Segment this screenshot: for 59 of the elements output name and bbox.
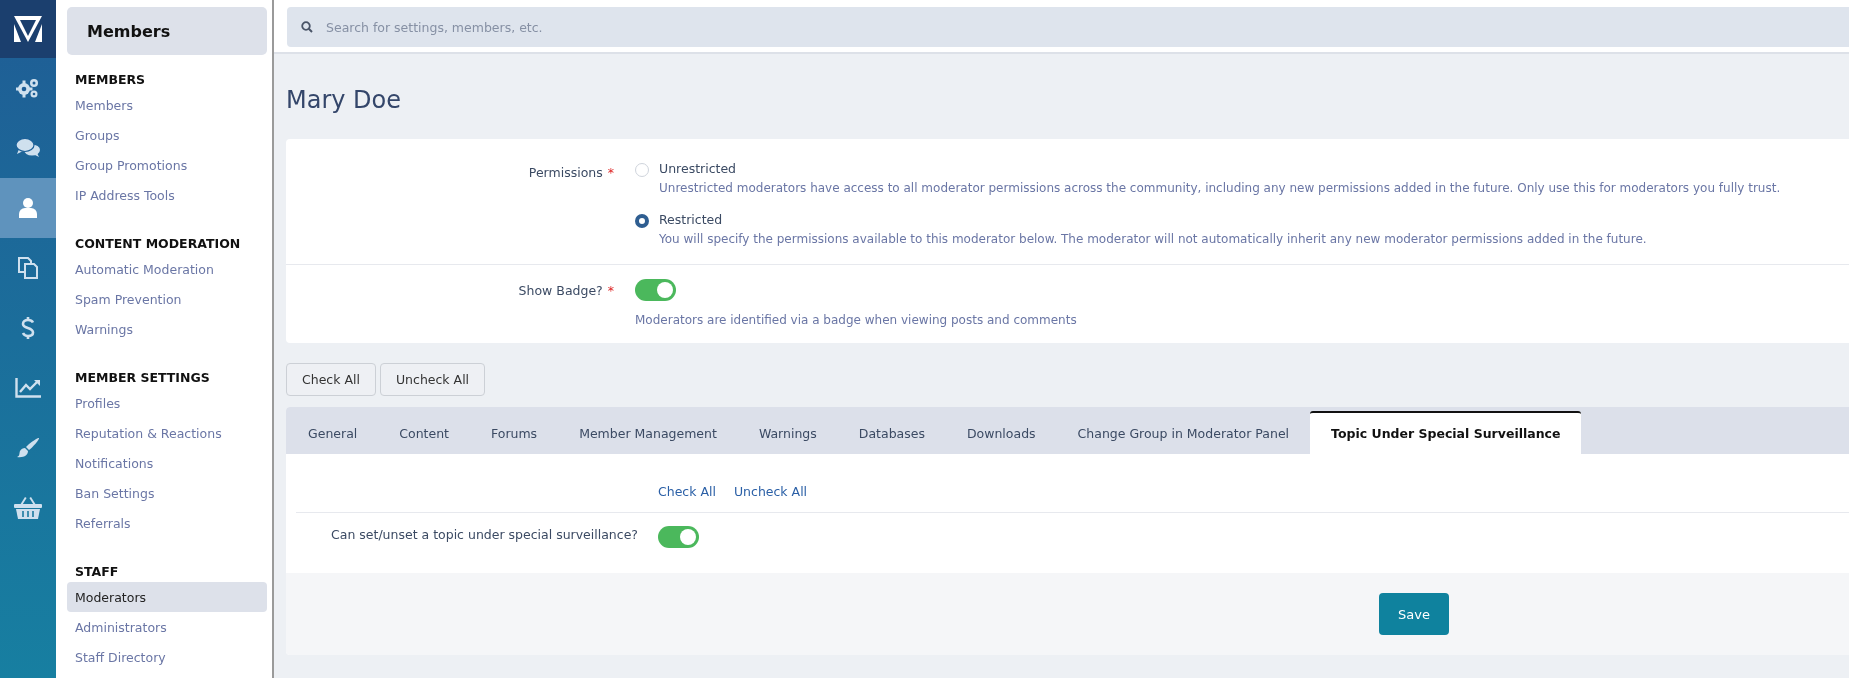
text-link[interactable]: Uncheck All	[733, 484, 808, 499]
section-heading: MEMBERS	[74, 70, 147, 89]
save-button[interactable]: Save	[1379, 593, 1449, 635]
sidebar-item[interactable]: Spam Prevention	[67, 284, 267, 314]
tab[interactable]: Member Management	[558, 411, 738, 454]
toggle-switch[interactable]	[635, 279, 676, 301]
tab[interactable]: Change Group in Moderator Panel	[1056, 411, 1311, 454]
tab[interactable]: General	[287, 411, 379, 454]
logo-tile[interactable]	[0, 0, 56, 58]
sidebar-item[interactable]: Referrals	[67, 508, 267, 538]
option-label: Unrestricted	[659, 161, 738, 176]
sidebar-item[interactable]: Profiles	[67, 388, 267, 418]
section-heading: CONTENT MODERATION	[74, 234, 242, 253]
tab[interactable]: Content	[378, 411, 470, 454]
sidebar-item[interactable]: Notifications	[67, 448, 267, 478]
search-field[interactable]: Search for settings, members, etc.	[287, 7, 1849, 47]
chat-bubbles-icon	[16, 138, 40, 158]
sidebar-title: Members	[67, 7, 267, 55]
line-chart-icon	[15, 378, 41, 398]
sidebar-item[interactable]: Groups	[67, 120, 267, 150]
required-mark: *	[607, 165, 614, 180]
dollar-icon	[21, 316, 35, 340]
tab[interactable]: Warnings	[737, 411, 838, 454]
paintbrush-icon	[16, 437, 40, 459]
tab[interactable]: Forums	[470, 411, 559, 454]
required-mark: *	[607, 283, 614, 298]
sidebar-item[interactable]: Members	[67, 90, 267, 120]
section-heading: STAFF	[74, 562, 120, 581]
sidebar-item[interactable]: Administrators	[67, 612, 267, 642]
page-title: Mary Doe	[286, 86, 403, 116]
bulk-button[interactable]: Uncheck All	[379, 363, 486, 396]
sidebar-item[interactable]: Ban Settings	[67, 478, 267, 508]
sidebar-item[interactable]: IP Address Tools	[67, 180, 267, 210]
sidebar-item[interactable]: Staff Directory	[67, 642, 267, 672]
permission-label: Can set/unset a topic under special surveillance?	[331, 527, 638, 542]
user-icon	[19, 198, 37, 218]
logo-icon	[14, 16, 42, 42]
sidebar-item[interactable]: Reputation & Reactions	[67, 418, 267, 448]
option-description: Unrestricted moderators have access to all moderator permissions across the community, including any new permissions added in the future. Only use this for moderators you fully trust.	[659, 181, 1781, 195]
option-description: You will specify the permissions available to this moderator below. The moderator will not automatically inherit any new moderator permissions added in the future.	[659, 232, 1647, 246]
copies-icon	[17, 257, 39, 279]
tab[interactable]: Topic Under Special Surveillance	[1310, 411, 1582, 454]
basket-icon	[14, 497, 42, 519]
radio-button[interactable]	[635, 214, 649, 228]
bulk-button[interactable]: Check All	[286, 363, 376, 396]
section-heading: MEMBER SETTINGS	[74, 368, 211, 387]
field-label: Show Badge?	[518, 283, 603, 298]
field-description: Moderators are identified via a badge when viewing posts and comments	[635, 313, 1078, 327]
gears-icon	[16, 77, 40, 99]
sidebar-item[interactable]: Warnings	[67, 314, 267, 344]
text-link[interactable]: Check All	[658, 484, 716, 499]
field-label: Permissions	[528, 165, 603, 180]
toggle-switch[interactable]	[658, 526, 699, 548]
tab[interactable]: Downloads	[945, 411, 1057, 454]
sidebar-item[interactable]: Group Promotions	[67, 150, 267, 180]
tab[interactable]: Databases	[837, 411, 946, 454]
option-label: Restricted	[659, 212, 724, 227]
sidebar-item[interactable]: Automatic Moderation	[67, 254, 267, 284]
sidebar-item[interactable]: Moderators	[67, 582, 267, 612]
